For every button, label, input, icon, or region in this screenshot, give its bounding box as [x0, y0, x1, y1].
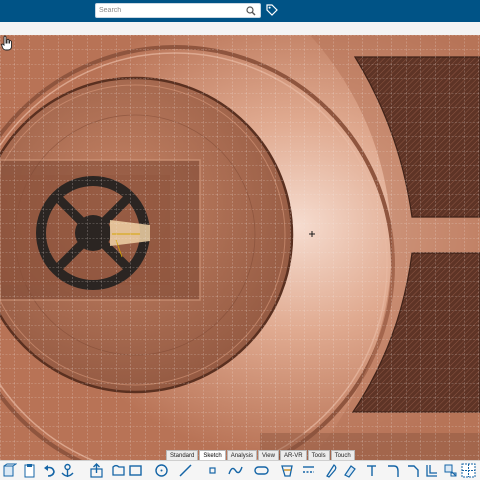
circle-icon[interactable] [154, 463, 169, 478]
hand-cursor-icon [0, 35, 12, 51]
sketch-viewport[interactable] [0, 35, 480, 460]
tab-standard[interactable]: Standard [166, 450, 199, 460]
grid-snap-icon[interactable] [461, 463, 476, 478]
clipboard-icon[interactable] [22, 463, 37, 478]
tab-view[interactable]: View [258, 450, 279, 460]
constraint-icon[interactable] [342, 463, 357, 478]
sub-bar [0, 22, 480, 36]
search-input[interactable] [99, 4, 244, 17]
sketch-grid [0, 35, 480, 460]
part-render [0, 35, 480, 460]
axis-icon[interactable] [280, 463, 295, 478]
action-bar [0, 460, 480, 480]
measure-icon[interactable] [323, 463, 338, 478]
line-icon[interactable] [178, 463, 193, 478]
profile-icon[interactable] [111, 463, 126, 478]
corner-icon[interactable] [386, 463, 401, 478]
eraser-icon[interactable] [364, 463, 379, 478]
tab-touch[interactable]: Touch [330, 450, 355, 460]
point-icon[interactable] [205, 463, 220, 478]
view-cube-icon[interactable] [2, 463, 18, 478]
top-bar [0, 0, 480, 22]
chamfer-icon[interactable] [406, 463, 421, 478]
sketch-anchor-icon[interactable] [60, 463, 75, 478]
workbench-tabs: Standard Sketch Analysis View AR-VR Tool… [166, 450, 355, 460]
trim-icon[interactable] [301, 463, 316, 478]
undo-icon[interactable] [42, 463, 57, 478]
search-box[interactable] [95, 3, 261, 18]
tab-analysis[interactable]: Analysis [226, 450, 258, 460]
magnifier-icon[interactable] [246, 6, 256, 16]
export-icon[interactable] [89, 463, 104, 478]
tab-sketch[interactable]: Sketch [199, 450, 226, 460]
rectangle-icon[interactable] [128, 463, 143, 478]
offset-icon[interactable] [424, 463, 439, 478]
tab-tools[interactable]: Tools [307, 450, 330, 460]
spline-icon[interactable] [228, 463, 243, 478]
projection-icon[interactable] [443, 463, 458, 478]
tag-icon[interactable] [266, 4, 278, 16]
tab-ar-vr[interactable]: AR-VR [279, 450, 307, 460]
slot-icon[interactable] [254, 463, 269, 478]
